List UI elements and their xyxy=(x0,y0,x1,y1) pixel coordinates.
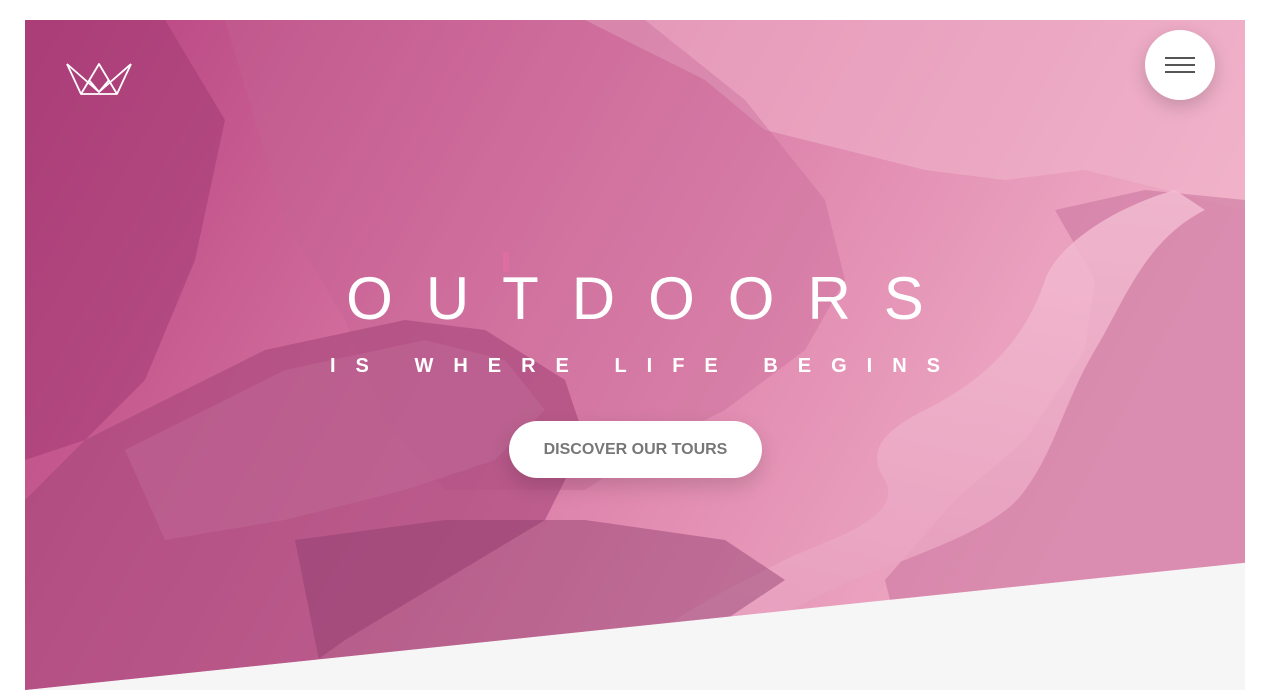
hero-subtitle: IS WHERE LIFE BEGINS xyxy=(329,355,961,377)
page: OUTDOORS IS WHERE LIFE BEGINS DISCOVER O… xyxy=(0,0,1265,690)
hamburger-menu-icon-line xyxy=(1165,64,1195,66)
crown-logo-icon[interactable] xyxy=(65,60,133,96)
hero-section: OUTDOORS IS WHERE LIFE BEGINS DISCOVER O… xyxy=(25,20,1245,690)
discover-tours-button[interactable]: DISCOVER OUR TOURS xyxy=(509,421,762,478)
hamburger-menu-icon-line xyxy=(1165,71,1195,73)
hero-title: OUTDOORS xyxy=(346,265,957,332)
menu-button[interactable] xyxy=(1145,30,1215,100)
hamburger-menu-icon xyxy=(1165,57,1195,59)
